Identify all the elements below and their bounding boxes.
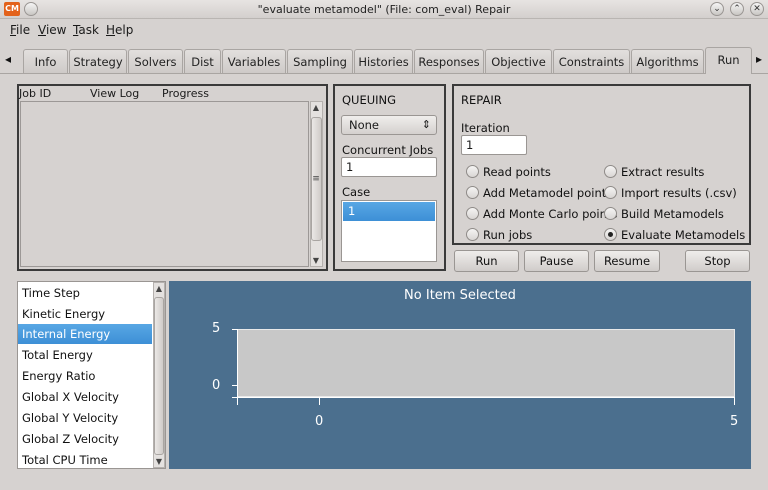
window-title: "evaluate metamodel" (File: com_eval) Re…: [257, 3, 511, 16]
menu-help[interactable]: Help: [106, 23, 133, 37]
tab-responses[interactable]: Responses: [414, 49, 484, 73]
list-item[interactable]: Total Energy: [18, 345, 152, 365]
y-tick: [232, 329, 237, 330]
list-item[interactable]: Total CPU Time: [18, 450, 152, 470]
queuing-title: QUEUING: [342, 93, 397, 107]
pause-button[interactable]: Pause: [524, 250, 589, 272]
concurrent-jobs-label: Concurrent Jobs: [342, 143, 434, 157]
radio-extract-results[interactable]: [604, 165, 617, 178]
iteration-input[interactable]: 1: [461, 135, 527, 155]
stop-button[interactable]: Stop: [685, 250, 750, 272]
queuing-mode-select[interactable]: None ⇕: [341, 115, 437, 135]
maximize-button[interactable]: ⌃: [730, 2, 744, 16]
list-item-selected[interactable]: Internal Energy: [18, 324, 152, 344]
tab-dist[interactable]: Dist: [184, 49, 221, 73]
tab-sampling[interactable]: Sampling: [287, 49, 353, 73]
tab-variables[interactable]: Variables: [222, 49, 286, 73]
concurrent-jobs-input[interactable]: 1: [341, 157, 437, 177]
grip-icon: ≡: [312, 174, 320, 184]
scroll-down-icon[interactable]: ▼: [310, 256, 322, 265]
y-tick: [232, 385, 237, 386]
tab-histories[interactable]: Histories: [354, 49, 413, 73]
case-item[interactable]: 1: [343, 202, 435, 221]
minimize-button[interactable]: ⌄: [710, 2, 724, 16]
plot-area[interactable]: [237, 329, 735, 397]
x-tick: [734, 398, 735, 405]
plot-title: No Item Selected: [404, 288, 516, 303]
tab-strategy[interactable]: Strategy: [69, 49, 127, 73]
option-build-metamodels[interactable]: Build Metamodels: [621, 207, 724, 221]
tab-algorithms[interactable]: Algorithms: [631, 49, 704, 73]
option-add-metamodel-points[interactable]: Add Metamodel points: [483, 186, 612, 200]
y-tick-label: 0: [212, 378, 221, 393]
scroll-up-icon[interactable]: ▲: [310, 103, 322, 112]
radio-add-monte-carlo-points[interactable]: [466, 207, 479, 220]
tab-run[interactable]: Run: [705, 47, 752, 74]
list-item[interactable]: Global X Velocity: [18, 387, 152, 407]
x-tick-label: 5: [730, 414, 739, 429]
option-add-monte-carlo-points[interactable]: Add Monte Carlo points: [483, 207, 617, 221]
radio-evaluate-metamodels[interactable]: [604, 228, 617, 241]
list-item[interactable]: Global Y Velocity: [18, 408, 152, 428]
option-run-jobs[interactable]: Run jobs: [483, 228, 532, 242]
list-item[interactable]: Kinetic Energy: [18, 304, 152, 324]
option-import-results[interactable]: Import results (.csv): [621, 186, 737, 200]
radio-add-metamodel-points[interactable]: [466, 186, 479, 199]
menu-view[interactable]: View: [38, 23, 66, 37]
y-tick-label: 5: [212, 321, 221, 336]
combo-arrow-icon: ⇕: [421, 118, 431, 131]
repair-title: REPAIR: [461, 93, 502, 107]
column-progress[interactable]: Progress: [162, 87, 209, 100]
menu-task[interactable]: Task: [73, 23, 99, 37]
tab-scroll-left-icon[interactable]: ◂: [5, 52, 11, 66]
radio-build-metamodels[interactable]: [604, 207, 617, 220]
scroll-up-icon[interactable]: ▲: [153, 284, 165, 293]
option-evaluate-metamodels[interactable]: Evaluate Metamodels: [621, 228, 745, 242]
list-item[interactable]: Energy Ratio: [18, 366, 152, 386]
column-job-id[interactable]: Job ID: [19, 87, 51, 100]
tab-objective[interactable]: Objective: [485, 49, 552, 73]
tab-solvers[interactable]: Solvers: [128, 49, 183, 73]
tab-info[interactable]: Info: [23, 49, 68, 73]
option-extract-results[interactable]: Extract results: [621, 165, 704, 179]
tab-scroll-right-icon[interactable]: ▸: [756, 52, 762, 66]
x-tick: [319, 398, 320, 405]
option-read-points[interactable]: Read points: [483, 165, 551, 179]
menu-bar: File View Task Help: [0, 20, 768, 40]
case-label: Case: [342, 185, 371, 199]
radio-read-points[interactable]: [466, 165, 479, 178]
tab-constraints[interactable]: Constraints: [553, 49, 630, 73]
menu-file[interactable]: File: [10, 23, 30, 37]
run-button[interactable]: Run: [454, 250, 519, 272]
iteration-label: Iteration: [461, 121, 510, 135]
radio-import-results[interactable]: [604, 186, 617, 199]
list-item[interactable]: Time Step: [18, 283, 152, 303]
tab-divider: [0, 73, 768, 74]
radio-run-jobs[interactable]: [466, 228, 479, 241]
variable-scroll-thumb[interactable]: [154, 297, 164, 455]
close-button[interactable]: ✕: [750, 2, 764, 16]
y-axis: [237, 329, 238, 405]
resume-button[interactable]: Resume: [594, 250, 660, 272]
x-tick-label: 0: [315, 414, 324, 429]
list-item[interactable]: Global Z Velocity: [18, 429, 152, 449]
queuing-mode-value: None: [349, 118, 380, 132]
scroll-down-icon[interactable]: ▼: [153, 457, 165, 466]
column-view-log[interactable]: View Log: [90, 87, 139, 100]
x-axis: [232, 397, 735, 398]
jobs-table[interactable]: [20, 101, 309, 267]
